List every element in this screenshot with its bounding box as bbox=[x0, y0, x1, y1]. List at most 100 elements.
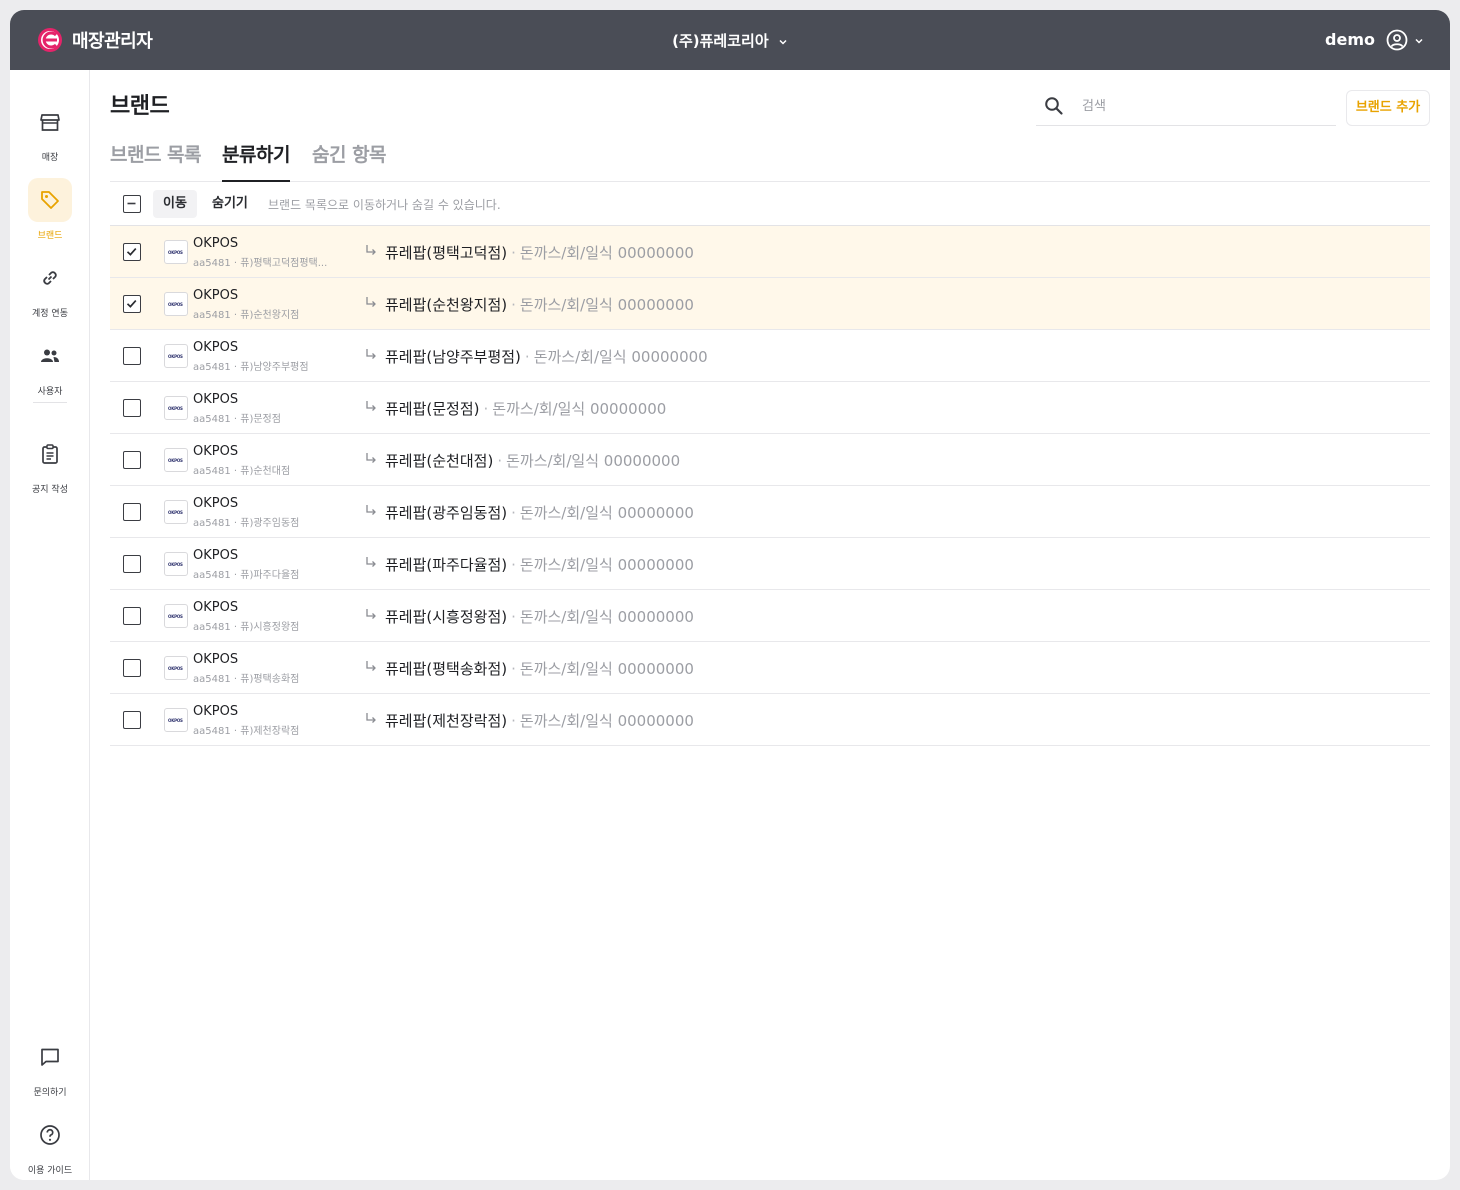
sidebar-item-label: 사용자 bbox=[37, 387, 63, 397]
list-item[interactable]: OKPOS OKPOS aa5481 · 퓨)평택송화점 퓨레팝(평택송화점) · 돈까스… bbox=[110, 642, 1430, 694]
search-input[interactable] bbox=[1082, 94, 1322, 118]
link-icon bbox=[43, 271, 57, 285]
brand-name: OKPOS bbox=[193, 652, 239, 667]
tab-hidden-items[interactable]: 숨긴 항목 bbox=[312, 140, 387, 182]
store-info: 퓨레팝(파주다율점) · 돈까스/회/일식 00000000 bbox=[385, 554, 694, 575]
row-checkbox[interactable] bbox=[123, 399, 141, 417]
store-info: 퓨레팝(순천왕지점) · 돈까스/회/일식 00000000 bbox=[385, 294, 694, 315]
brand-name: OKPOS bbox=[193, 236, 239, 251]
sidebar-item-label: 공지 작성 bbox=[32, 485, 68, 495]
sidebar-icon-box bbox=[28, 178, 72, 222]
store-name: 퓨레팝(시흥정왕점) bbox=[385, 608, 508, 626]
row-checkbox[interactable] bbox=[123, 503, 141, 521]
list-item[interactable]: OKPOS OKPOS aa5481 · 퓨)순천대점 퓨레팝(순천대점) · 돈까스/회… bbox=[110, 434, 1430, 486]
store-category: 돈까스/회/일식 00000000 bbox=[492, 400, 667, 418]
add-brand-button[interactable]: 브랜드 추가 bbox=[1346, 90, 1430, 126]
okpos-logo-icon: OKPOS bbox=[164, 708, 188, 732]
store-info: 퓨레팝(평택고덕점) · 돈까스/회/일식 00000000 bbox=[385, 242, 694, 263]
separator-dot: · bbox=[511, 504, 516, 522]
sidebar-item-label: 이용 가이드 bbox=[27, 1166, 73, 1176]
brand-name: OKPOS bbox=[193, 340, 239, 355]
return-arrow-icon bbox=[366, 661, 376, 671]
tab-brand-list[interactable]: 브랜드 목록 bbox=[110, 140, 202, 182]
sidebar-item-label: 문의하기 bbox=[33, 1088, 67, 1098]
select-all-checkbox[interactable] bbox=[123, 195, 141, 213]
search-bar bbox=[1036, 86, 1336, 126]
brand-list: OKPOS OKPOS aa5481 · 퓨)평택고덕점평택... 퓨레팝(평택고덕점… bbox=[110, 226, 1430, 746]
list-item[interactable]: OKPOS OKPOS aa5481 · 퓨)시흥정왕점 퓨레팝(시흥정왕점) · 돈까스… bbox=[110, 590, 1430, 642]
list-item[interactable]: OKPOS OKPOS aa5481 · 퓨)남양주부평점 퓨레팝(남양주부평점) · 돈… bbox=[110, 330, 1430, 382]
tab-classify[interactable]: 분류하기 bbox=[222, 140, 290, 182]
row-checkbox[interactable] bbox=[123, 451, 141, 469]
search-icon bbox=[1045, 97, 1063, 115]
brand-account: aa5481 · 퓨)광주임동점 bbox=[193, 518, 300, 529]
store-name: 퓨레팝(광주임동점) bbox=[385, 504, 508, 522]
sidebar-icon-box bbox=[28, 334, 72, 378]
sidebar-icon-box bbox=[28, 256, 72, 300]
check-icon bbox=[126, 248, 137, 256]
row-checkbox[interactable] bbox=[123, 659, 141, 677]
company-selector[interactable]: (주)퓨레코리아 bbox=[10, 30, 1450, 51]
row-checkbox[interactable] bbox=[123, 295, 141, 313]
move-button[interactable]: 이동 bbox=[153, 190, 197, 218]
store-name: 퓨레팝(순천대점) bbox=[385, 452, 494, 470]
row-checkbox[interactable] bbox=[123, 555, 141, 573]
okpos-logo-icon: OKPOS bbox=[164, 656, 188, 680]
store-name: 퓨레팝(제천장락점) bbox=[385, 712, 508, 730]
sidebar-item-account-link[interactable]: 계정 연동 bbox=[10, 256, 90, 326]
sidebar-item-inquiry[interactable]: 문의하기 bbox=[10, 1035, 90, 1105]
row-checkbox[interactable] bbox=[123, 607, 141, 625]
brand-account: aa5481 · 퓨)시흥정왕점 bbox=[193, 622, 300, 633]
sidebar-icon-box bbox=[28, 432, 72, 476]
store-name: 퓨레팝(파주다율점) bbox=[385, 556, 508, 574]
sidebar-item-guide[interactable]: 이용 가이드 bbox=[10, 1113, 90, 1180]
separator-dot: · bbox=[511, 556, 516, 574]
chevron-down-icon[interactable] bbox=[1414, 36, 1424, 46]
separator-dot: · bbox=[511, 296, 516, 314]
row-checkbox[interactable] bbox=[123, 347, 141, 365]
row-checkbox[interactable] bbox=[123, 711, 141, 729]
users-icon bbox=[41, 349, 59, 362]
brand-account: aa5481 · 퓨)순천대점 bbox=[193, 466, 291, 477]
minus-icon bbox=[127, 202, 136, 205]
sidebar-icon-box bbox=[28, 1035, 72, 1079]
store-category: 돈까스/회/일식 00000000 bbox=[533, 348, 708, 366]
sidebar-item-store[interactable]: 매장 bbox=[10, 100, 90, 170]
sidebar-item-brand[interactable]: 브랜드 bbox=[10, 178, 90, 248]
sidebar-item-users[interactable]: 사용자 bbox=[10, 334, 90, 404]
okpos-logo-icon: OKPOS bbox=[164, 604, 188, 628]
sidebar-icon-box bbox=[28, 1113, 72, 1157]
list-item[interactable]: OKPOS OKPOS aa5481 · 퓨)파주다율점 퓨레팝(파주다율점) · 돈까스… bbox=[110, 538, 1430, 590]
page-title: 브랜드 bbox=[110, 94, 170, 119]
store-info: 퓨레팝(광주임동점) · 돈까스/회/일식 00000000 bbox=[385, 502, 694, 523]
sidebar-divider bbox=[33, 402, 67, 403]
chevron-down-icon bbox=[779, 39, 787, 45]
user-name[interactable]: demo bbox=[1325, 30, 1375, 49]
store-category: 돈까스/회/일식 00000000 bbox=[506, 452, 681, 470]
company-name: (주)퓨레코리아 bbox=[672, 32, 769, 50]
return-arrow-icon bbox=[366, 453, 376, 463]
brand-name: OKPOS bbox=[193, 600, 239, 615]
top-bar: 매장관리자 (주)퓨레코리아 demo bbox=[10, 10, 1450, 70]
return-arrow-icon bbox=[366, 297, 376, 307]
user-account-icon[interactable] bbox=[1386, 29, 1408, 51]
row-checkbox[interactable] bbox=[123, 243, 141, 261]
store-category: 돈까스/회/일식 00000000 bbox=[519, 296, 694, 314]
list-item[interactable]: OKPOS OKPOS aa5481 · 퓨)제천장락점 퓨레팝(제천장락점) · 돈까스… bbox=[110, 694, 1430, 746]
list-item[interactable]: OKPOS OKPOS aa5481 · 퓨)문정점 퓨레팝(문정점) · 돈까스/회/일… bbox=[110, 382, 1430, 434]
separator-dot: · bbox=[483, 400, 489, 418]
separator-dot: · bbox=[497, 452, 503, 470]
list-item[interactable]: OKPOS OKPOS aa5481 · 퓨)광주임동점 퓨레팝(광주임동점) · 돈까스… bbox=[110, 486, 1430, 538]
clipboard-icon bbox=[42, 444, 58, 464]
brand-account: aa5481 · 퓨)파주다율점 bbox=[193, 570, 300, 581]
okpos-logo-icon: OKPOS bbox=[164, 396, 188, 420]
store-category: 돈까스/회/일식 00000000 bbox=[519, 608, 694, 626]
hide-button[interactable]: 숨기기 bbox=[206, 190, 254, 218]
sidebar-item-notice[interactable]: 공지 작성 bbox=[10, 432, 90, 502]
check-icon bbox=[126, 300, 137, 308]
list-item[interactable]: OKPOS OKPOS aa5481 · 퓨)순천왕지점 퓨레팝(순천왕지점) · 돈까스… bbox=[110, 278, 1430, 330]
list-item[interactable]: OKPOS OKPOS aa5481 · 퓨)평택고덕점평택... 퓨레팝(평택고덕점… bbox=[110, 226, 1430, 278]
return-arrow-icon bbox=[366, 557, 376, 567]
store-category: 돈까스/회/일식 00000000 bbox=[519, 712, 694, 730]
brand-name: OKPOS bbox=[193, 288, 239, 303]
